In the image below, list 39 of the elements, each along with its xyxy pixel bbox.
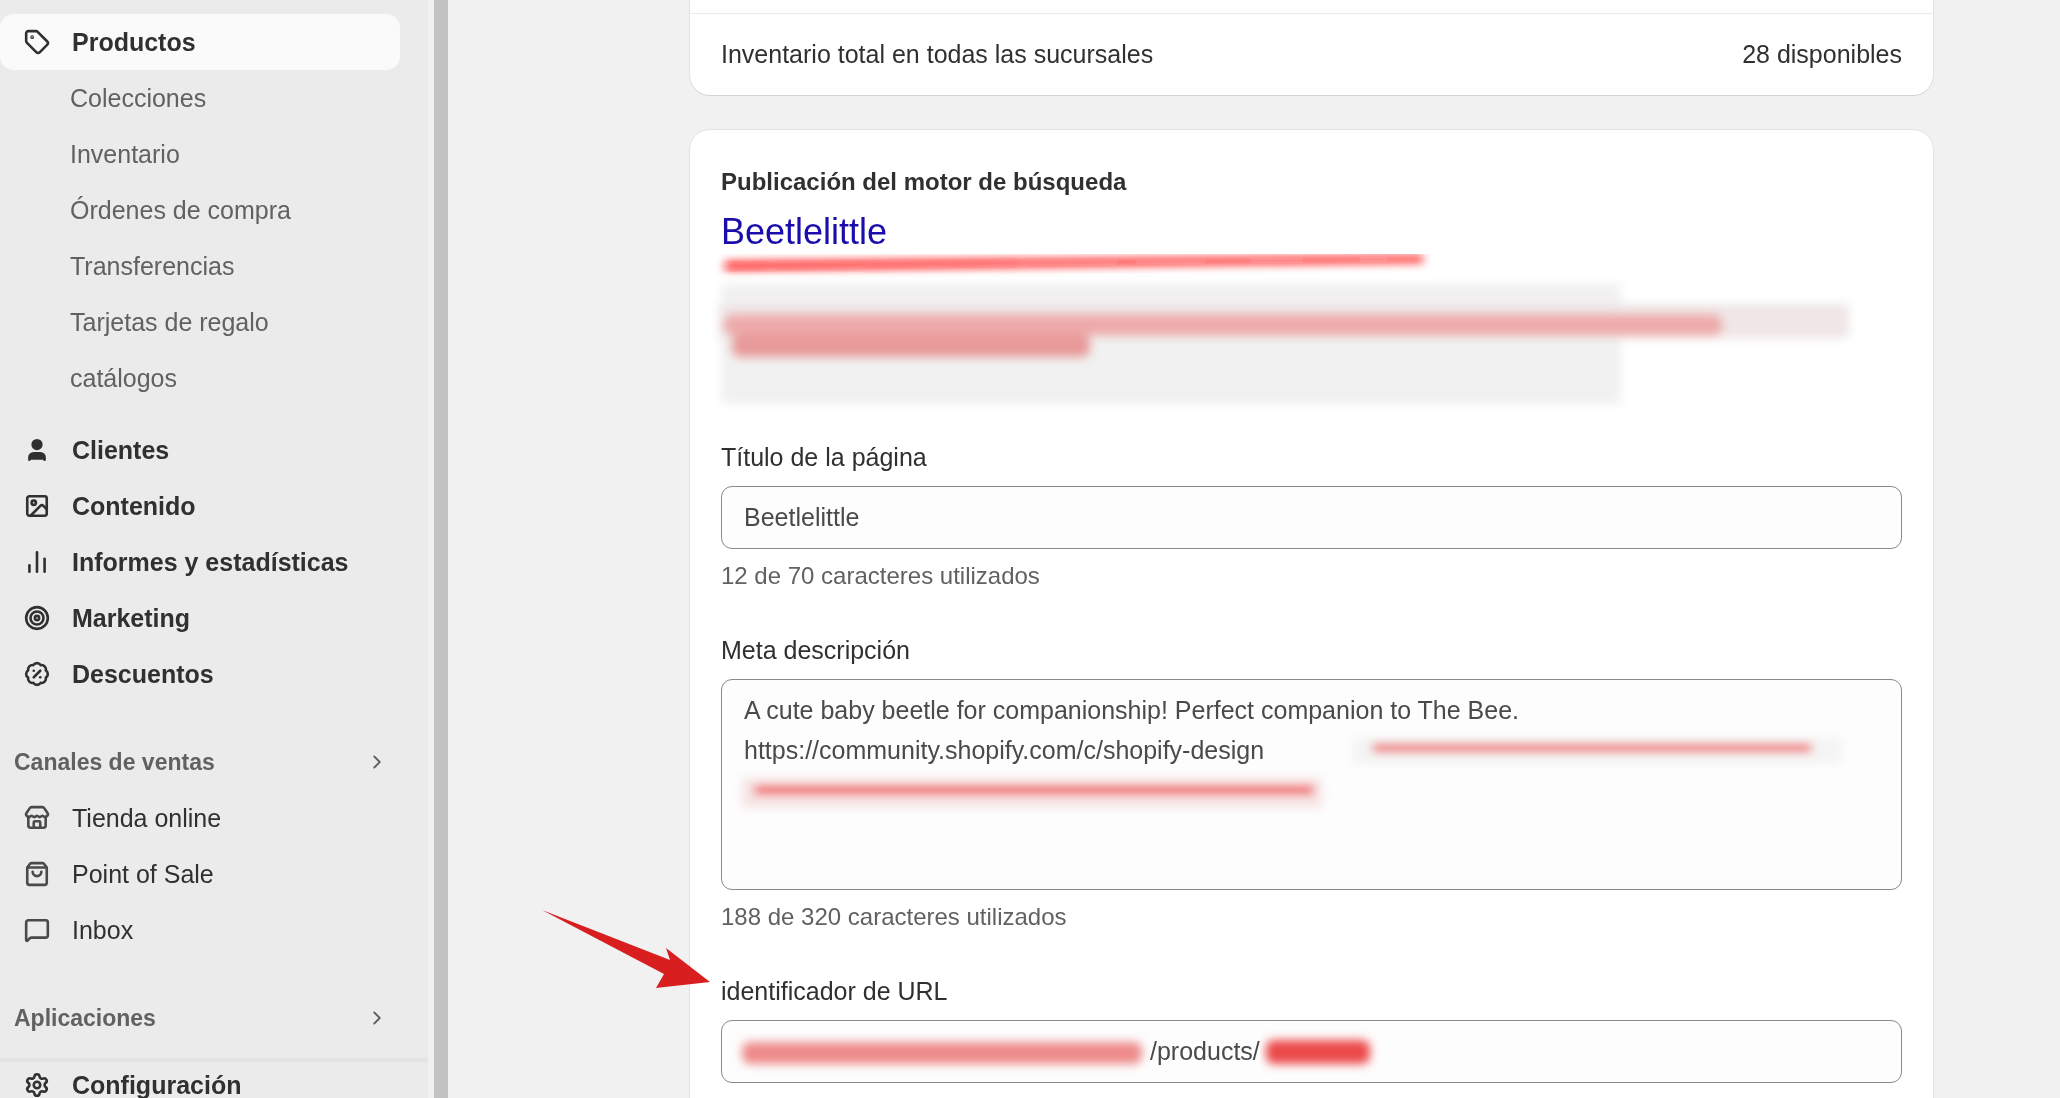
sidebar-subitem[interactable]: Tarjetas de regalo [0,294,400,350]
sidebar-subitem[interactable]: Colecciones [0,70,400,126]
sidebar-item[interactable]: Contenido [0,478,400,534]
sidebar-item[interactable]: Informes y estadísticas [0,534,400,590]
image-icon [24,493,50,519]
section-heading: Aplicaciones [14,1004,156,1032]
discount-icon [24,661,50,687]
sidebar-item[interactable]: Inbox [0,902,400,958]
field-label: Título de la página [721,442,927,473]
sidebar-item[interactable]: Productos [0,14,400,70]
section-heading: Canales de ventas [14,748,215,776]
sidebar-subitem[interactable]: Transferencias [0,238,400,294]
tag-icon [24,29,50,55]
preview-title-link[interactable]: Beetlelittle [721,210,888,254]
sidebar-subitem[interactable]: catálogos [0,350,400,406]
character-count: 12 de 70 caracteres utilizados [721,561,1040,591]
sidebar-item[interactable]: Point of Sale [0,846,400,902]
url-field[interactable]: /products/ [721,1020,1902,1083]
sidebar-item[interactable]: Tienda online [0,790,400,846]
settings-icon [24,1072,50,1098]
page-title-field[interactable]: Beetlelittle [721,486,1902,549]
sidebar-item[interactable]: Marketing [0,590,400,646]
field-label: identificador de URL [721,976,948,1007]
character-count: 188 de 320 caracteres utilizados [721,902,1067,932]
sidebar-item[interactable]: Descuentos [0,646,400,702]
scrollbar[interactable] [434,0,448,1098]
description-field[interactable]: A cute baby beetle for companionship! Perfect companion to The Bee. https://community.shopify.com/c/shopify-design [721,679,1902,890]
shopping-bag-icon [24,861,50,887]
store-icon [24,805,50,831]
chat-icon [24,917,50,943]
card-title: Publicación del motor de búsqueda [721,167,1128,197]
sidebar-item[interactable]: Configuración [0,1068,400,1098]
sidebar-subitem[interactable]: Inventario [0,126,400,182]
sidebar-subitem[interactable]: Órdenes de compra [0,182,400,238]
inventory-label: Inventario total en todas las sucursales [721,40,1154,69]
inventory-value: 28 disponibles [1742,40,1902,69]
field-label: Meta descripción [721,635,910,666]
sidebar-item[interactable]: Clientes [0,422,400,478]
target-icon [24,605,50,631]
